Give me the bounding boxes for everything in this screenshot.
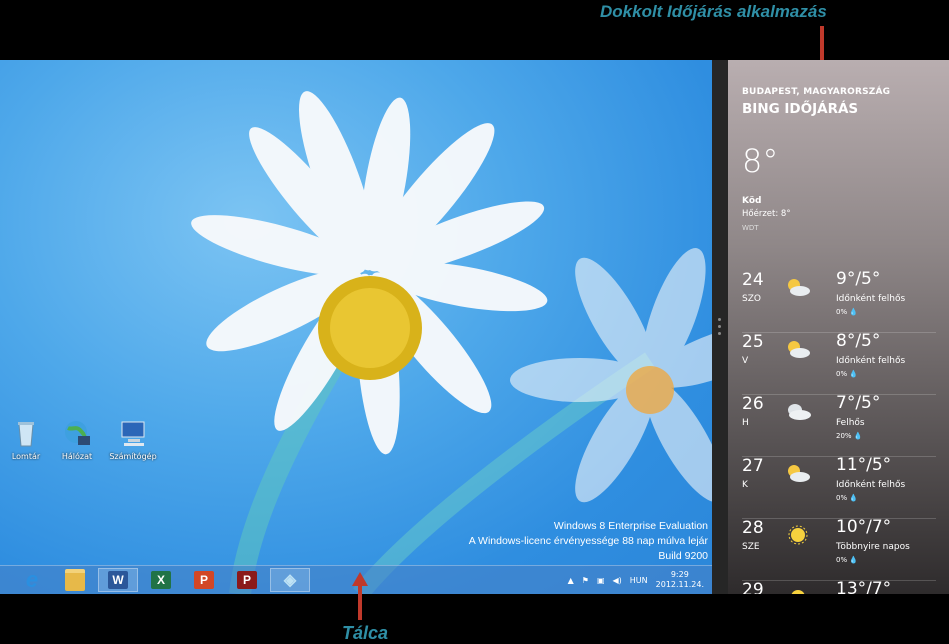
taskbar-internet-explorer[interactable]: e — [12, 567, 52, 592]
desktop-icon-recycle-bin[interactable]: Lomtár — [2, 418, 50, 461]
weather-app-snapped[interactable]: BUDAPEST, MAGYARORSZÁG BING IDŐJÁRÁS 8° … — [728, 60, 949, 594]
internet-explorer-icon: e — [25, 567, 39, 592]
forecast-precipitation: 20% 💧 — [836, 432, 863, 440]
forecast-precipitation: 0% 💧 — [836, 494, 859, 502]
forecast-day[interactable]: 26 H 7°/5° Felhős 20% 💧 — [742, 393, 936, 457]
remote-desktop-icon: ◈ — [283, 572, 297, 589]
forecast-date: 28 — [742, 518, 764, 538]
partly-cloudy-icon — [788, 279, 810, 296]
forecast-temps: 8°/5° — [836, 331, 881, 351]
folder-icon — [65, 569, 85, 591]
desktop-icon-computer[interactable]: Számítógép — [109, 418, 157, 461]
sunny-icon — [788, 525, 808, 545]
desktop-icon-label: Lomtár — [11, 452, 41, 461]
excel-icon: X — [151, 571, 171, 589]
forecast-weekday: SZO — [742, 294, 761, 304]
action-center-flag-icon[interactable]: ⚑ — [582, 576, 589, 585]
forecast-day[interactable]: 27 K 11°/5° Időnként felhős 0% 💧 — [742, 455, 936, 519]
wallpaper-daisy — [0, 60, 712, 594]
computer-icon — [121, 421, 145, 446]
forecast-precipitation: 0% 💧 — [836, 556, 859, 564]
forecast-description: Időnként felhős — [836, 480, 906, 490]
data-source: WDT — [742, 224, 759, 232]
forecast-temps: 10°/7° — [836, 517, 892, 537]
forecast-date: 27 — [742, 456, 764, 476]
cloudy-icon — [788, 404, 811, 420]
network-icon[interactable]: ▣ — [597, 576, 605, 585]
recycle-bin-icon — [18, 422, 34, 447]
current-condition: Köd — [742, 196, 762, 206]
splitter-grip-dot — [718, 318, 721, 321]
desktop-icon-label: Számítógép — [109, 452, 157, 461]
annotation-taskbar-label: Tálca — [342, 623, 389, 643]
forecast-weekday: H — [742, 418, 749, 428]
forecast-day[interactable]: 28 SZE 10°/7° Többnyire napos 0% 💧 — [742, 517, 936, 581]
windows-evaluation-watermark: Windows 8 Enterprise Evaluation A Window… — [469, 519, 708, 564]
clock[interactable]: 9:29 2012.11.24. — [656, 570, 704, 590]
input-language[interactable]: HUN — [630, 576, 648, 585]
current-temperature: 8° — [742, 142, 779, 180]
watermark-edition: Windows 8 Enterprise Evaluation — [553, 520, 708, 532]
forecast-temps: 9°/5° — [836, 269, 881, 289]
forecast-day[interactable]: 24 SZO 9°/5° Időnként felhős 0% 💧 — [742, 269, 936, 333]
snap-splitter[interactable] — [712, 60, 728, 594]
desktop[interactable]: Lomtár Hálózat Számítógép Windows 8 Ente… — [0, 60, 712, 594]
wallpaper-flower — [191, 91, 712, 503]
splitter-grip-dot — [718, 325, 721, 328]
forecast-description: Időnként felhős — [836, 294, 906, 304]
system-tray[interactable]: ▲ ⚑ ▣ ◀) HUN 9:29 2012.11.24. — [568, 566, 704, 594]
forecast-weekday: SZE — [742, 542, 760, 552]
weather-app-title: BING IDŐJÁRÁS — [742, 101, 859, 117]
forecast-date: 29 — [742, 580, 764, 594]
sunny-icon — [791, 590, 805, 594]
taskbar-remote-desktop[interactable]: ◈ — [270, 568, 310, 592]
powerpoint-icon: P — [194, 571, 214, 589]
partly-cloudy-icon — [788, 465, 810, 482]
volume-icon[interactable]: ◀) — [613, 576, 622, 585]
watermark-build: Build 9200 — [658, 550, 708, 562]
taskbar-word[interactable]: W — [98, 568, 138, 592]
clock-time: 9:29 — [670, 570, 689, 579]
annotation-arrow-up — [352, 572, 368, 620]
forecast-date: 25 — [742, 332, 764, 352]
forecast-date: 24 — [742, 270, 764, 290]
weather-city: BUDAPEST, MAGYARORSZÁG — [742, 87, 891, 97]
desktop-icon-network[interactable]: Hálózat — [53, 418, 101, 461]
forecast-date: 26 — [742, 394, 764, 414]
show-hidden-icons-chevron-up-icon[interactable]: ▲ — [568, 576, 574, 585]
forecast-day[interactable]: 25 V 8°/5° Időnként felhős 0% 💧 — [742, 331, 936, 395]
network-globe-icon — [65, 421, 90, 445]
forecast-description: Felhős — [836, 418, 865, 428]
clock-date: 2012.11.24. — [655, 580, 704, 589]
forecast-temps: 7°/5° — [836, 393, 881, 413]
annotation-docked-weather-label: Dokkolt Időjárás alkalmazás — [600, 2, 827, 21]
watermark-license: A Windows-licenc érvényessége 88 nap múl… — [468, 535, 708, 547]
partly-cloudy-icon — [788, 341, 810, 358]
word-icon: W — [108, 571, 128, 589]
forecast-precipitation: 0% 💧 — [836, 308, 859, 316]
forecast-day[interactable]: 29 13°/7° — [742, 579, 936, 594]
taskbar-excel[interactable]: X — [141, 568, 181, 592]
taskbar-publisher[interactable]: P — [227, 568, 267, 592]
splitter-grip-dot — [718, 332, 721, 335]
desktop-icon-label: Hálózat — [61, 452, 93, 461]
forecast-precipitation: 0% 💧 — [836, 370, 859, 378]
forecast-description: Időnként felhős — [836, 356, 906, 366]
feels-like: Hőérzet: 8° — [742, 209, 791, 219]
forecast-temps: 13°/7° — [836, 579, 892, 594]
forecast-weekday: K — [742, 480, 748, 490]
forecast-temps: 11°/5° — [836, 455, 892, 475]
publisher-icon: P — [237, 571, 257, 589]
taskbar-powerpoint[interactable]: P — [184, 568, 224, 592]
forecast-weekday: V — [742, 356, 749, 366]
taskbar-file-explorer[interactable] — [55, 568, 95, 592]
forecast-description: Többnyire napos — [836, 542, 910, 552]
